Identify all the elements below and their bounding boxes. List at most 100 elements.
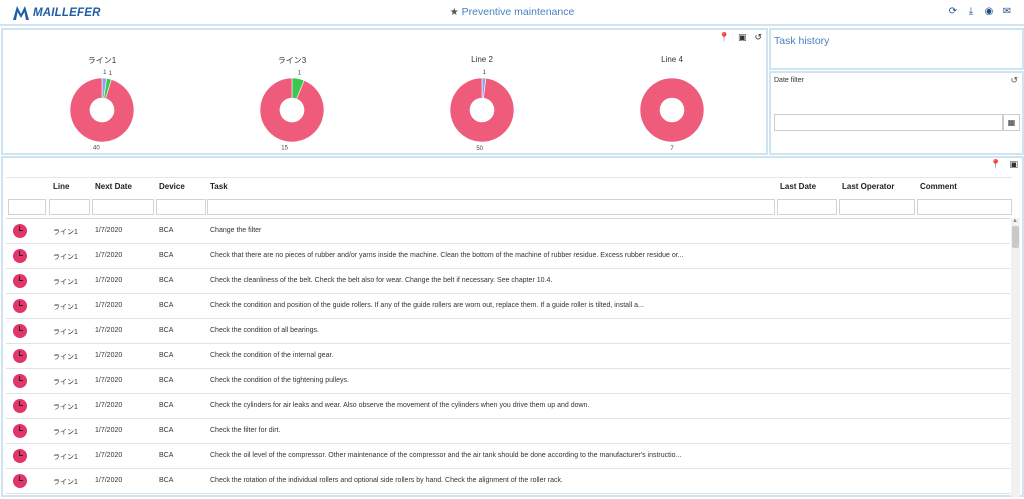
filter-comment[interactable]	[917, 199, 1012, 215]
clock-status-icon[interactable]	[13, 424, 27, 438]
cell-next-date: 1/7/2020	[95, 277, 123, 284]
cell-device: BCA	[159, 252, 174, 259]
clock-status-icon[interactable]	[13, 249, 27, 263]
reset-icon[interactable]: ↺	[1010, 75, 1018, 86]
column-header-device[interactable]: Device	[159, 182, 185, 191]
charts-panel: 📍 ▣ ↺ ライン1 1 1 40 ライン3 1 15 Line 2 1 50 Line 47	[1, 28, 768, 155]
clock-status-icon[interactable]	[13, 349, 27, 363]
table-row[interactable]: ライン1 1/7/2020 BCA Check the rotation of the…	[6, 469, 1010, 494]
column-header-line[interactable]: Line	[53, 182, 69, 191]
donut-slice[interactable]	[259, 77, 325, 143]
date-filter-input[interactable]	[774, 114, 1003, 131]
task-history-panel: Task history	[769, 28, 1024, 70]
scrollbar-thumb[interactable]	[1012, 226, 1019, 248]
filter-next-date[interactable]	[92, 199, 154, 215]
table-row[interactable]: ライン1 1/7/2020 BCA Check the filter for dirt…	[6, 419, 1010, 444]
cell-task: Check the cylinders for air leaks and we…	[210, 402, 590, 409]
table-body: ライン1 1/7/2020 BCA Change the filter ライン1 1/7/…	[6, 218, 1010, 497]
filter-last-operator[interactable]	[839, 199, 915, 215]
cell-device: BCA	[159, 352, 174, 359]
cell-device: BCA	[159, 452, 174, 459]
donut-value-label: 15	[281, 145, 288, 151]
pin-icon[interactable]: 📍	[990, 159, 1001, 170]
clock-status-icon[interactable]	[13, 449, 27, 463]
cell-task: Check the oil level of the compressor. O…	[210, 452, 682, 459]
table-row[interactable]: ライン1 1/7/2020 BCA Check the condition of al…	[6, 319, 1010, 344]
scroll-up-icon[interactable]: ▲	[1012, 218, 1018, 224]
star-icon[interactable]: ★	[450, 7, 459, 18]
clock-status-icon[interactable]	[13, 299, 27, 313]
refresh-icon[interactable]: ⟳	[948, 6, 958, 17]
filter-device[interactable]	[156, 199, 206, 215]
table-row[interactable]: ライン1 1/7/2020 BCA Check the cylinders for a…	[6, 394, 1010, 419]
cell-device: BCA	[159, 327, 174, 334]
cell-task: Check that there are no pieces of rubber…	[210, 252, 684, 259]
cell-next-date: 1/7/2020	[95, 327, 123, 334]
cell-line: ライン1	[53, 379, 78, 386]
cell-line: ライン1	[53, 354, 78, 361]
donut-value-label: 1	[109, 71, 113, 77]
task-history-title: Task history	[774, 35, 830, 47]
donut-svg: 7	[639, 77, 705, 152]
table-row[interactable]: ライン1 1/7/2020 BCA Check the condition of th…	[6, 344, 1010, 369]
cell-line: ライン1	[53, 229, 78, 236]
column-header-next-date[interactable]: Next Date	[95, 182, 132, 191]
calendar-icon[interactable]: ▦	[1003, 114, 1020, 131]
table-row[interactable]: ライン1 1/7/2020 BCA Check the cleanliness of …	[6, 269, 1010, 294]
clock-status-icon[interactable]	[13, 274, 27, 288]
cell-task: Check the rotation of the individual rol…	[210, 477, 563, 484]
clock-status-icon[interactable]	[13, 324, 27, 338]
page-title: ★ Preventive maintenance	[0, 6, 1024, 18]
table-header: Line Next Date Device Task Last Date Las…	[6, 177, 1012, 197]
donut-svg: 1 15	[259, 71, 325, 151]
column-header-task[interactable]: Task	[210, 182, 228, 191]
column-header-comment[interactable]: Comment	[920, 182, 957, 191]
filter-last-date[interactable]	[777, 199, 837, 215]
column-header-last-date[interactable]: Last Date	[780, 182, 816, 191]
table-row[interactable]: ライン1 1/7/2020 BCA Check the condition and p…	[6, 294, 1010, 319]
donut-value-label: 50	[476, 146, 483, 152]
donut-slice[interactable]	[639, 77, 705, 143]
clock-status-icon[interactable]	[13, 399, 27, 413]
cell-task: Change the filter	[210, 227, 262, 234]
reset-icon[interactable]: ↺	[754, 32, 762, 43]
column-header-last-operator[interactable]: Last Operator	[842, 182, 894, 191]
clock-status-icon[interactable]	[13, 474, 27, 488]
column-filters	[6, 197, 1012, 217]
filter-task[interactable]	[207, 199, 775, 215]
clock-status-icon[interactable]	[13, 224, 27, 238]
cell-task: Check the condition of all bearings.	[210, 327, 319, 334]
table-row[interactable]: ライン1 1/7/2020 BCA Check the oil level of th…	[6, 444, 1010, 469]
cell-line: ライン1	[53, 254, 78, 261]
donut-value-label: 1	[298, 71, 302, 77]
save-icon[interactable]: ▣	[1009, 159, 1018, 170]
table-row[interactable]: ライン1 1/7/2020 BCA Check that there are no p…	[6, 244, 1010, 269]
cell-device: BCA	[159, 227, 174, 234]
cell-task: Check the filter for dirt.	[210, 427, 281, 434]
filter-line[interactable]	[49, 199, 90, 215]
filter-status[interactable]	[8, 199, 46, 215]
cell-task: Check the cleanliness of the belt. Check…	[210, 277, 553, 284]
cell-device: BCA	[159, 277, 174, 284]
cell-device: BCA	[159, 302, 174, 309]
donut-slice[interactable]	[69, 77, 135, 143]
header-toolbar: ⟳ ⤓ ◉ ✉	[948, 6, 1012, 17]
table-row[interactable]: ライン1 1/7/2020 BCA Change the filter	[6, 219, 1010, 244]
save-icon[interactable]: ▣	[738, 32, 747, 43]
donut-value-label: 1	[103, 70, 107, 76]
eye-icon[interactable]: ◉	[984, 6, 994, 17]
cell-device: BCA	[159, 402, 174, 409]
grid-toolbar: 📍 ▣	[990, 159, 1018, 170]
donut-slice[interactable]	[449, 77, 515, 143]
clock-status-icon[interactable]	[13, 374, 27, 388]
table-row[interactable]: ライン1 1/7/2020 BCA Check the condition of th…	[6, 369, 1010, 394]
cell-task: Check the condition of the tightening pu…	[210, 377, 349, 384]
pin-icon[interactable]: 📍	[719, 32, 730, 43]
donut-svg: 1 50	[449, 70, 515, 152]
cell-next-date: 1/7/2020	[95, 377, 123, 384]
download-icon[interactable]: ⤓	[966, 6, 976, 17]
cell-device: BCA	[159, 477, 174, 484]
chat-icon[interactable]: ✉	[1002, 6, 1012, 17]
date-filter-title: Date filter	[774, 77, 804, 84]
table-scrollbar[interactable]: ▲	[1011, 218, 1020, 497]
